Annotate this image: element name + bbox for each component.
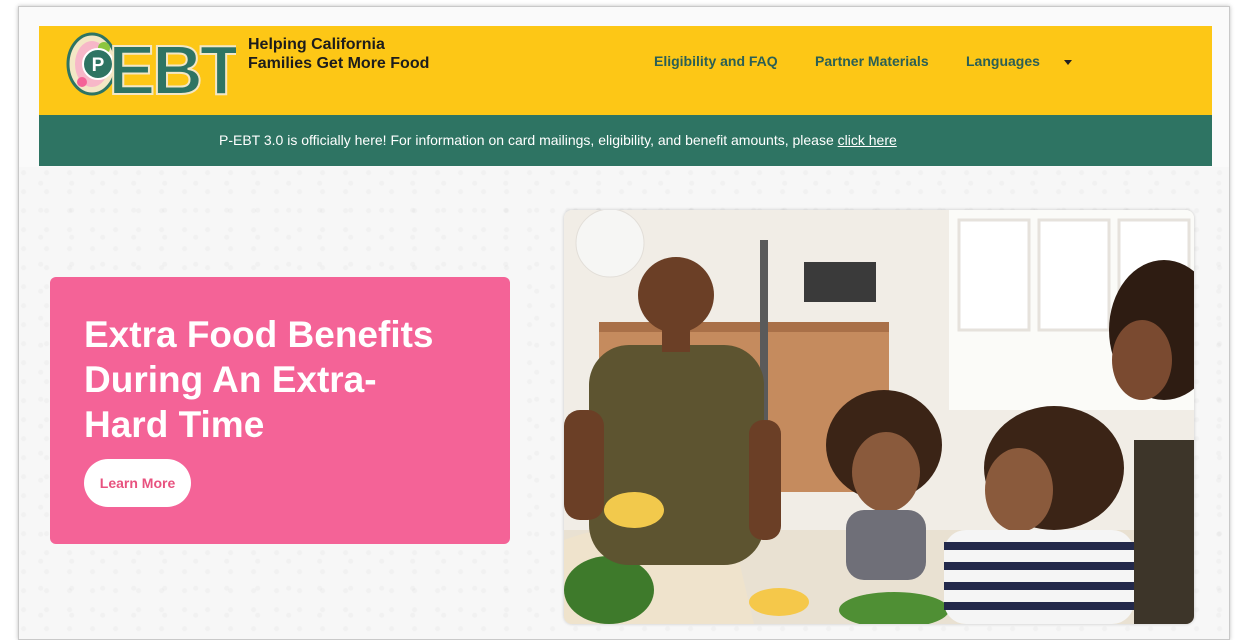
hero-title-line-3: Hard Time (84, 404, 265, 445)
nav-eligibility-faq[interactable]: Eligibility and FAQ (654, 53, 778, 69)
announcement-banner: P-EBT 3.0 is officially here! For inform… (39, 115, 1212, 166)
site-tagline: Helping California Families Get More Foo… (248, 35, 468, 73)
chevron-down-icon[interactable] (1064, 60, 1072, 65)
banner-message: P-EBT 3.0 is officially here! For inform… (219, 132, 897, 148)
hero-family-photo (564, 210, 1194, 624)
hero-title-line-2: During An Extra- (84, 359, 377, 400)
browser-viewport: P EBT Helping California Families Get Mo… (18, 6, 1230, 640)
tagline-line-2: Families Get More Food (248, 55, 430, 72)
nav-languages[interactable]: Languages (966, 53, 1040, 69)
site-header: P EBT Helping California Families Get Mo… (39, 26, 1212, 115)
logo-text: EBT (109, 31, 237, 100)
banner-click-here-link[interactable]: click here (838, 132, 897, 148)
nav-partner-materials[interactable]: Partner Materials (815, 53, 929, 69)
hero-card: Extra Food Benefits During An Extra- Har… (50, 277, 510, 544)
hero-title: Extra Food Benefits During An Extra- Har… (84, 312, 484, 447)
logo-letter: P (92, 55, 105, 76)
tagline-line-1: Helping California (248, 36, 385, 53)
banner-text: P-EBT 3.0 is officially here! For inform… (219, 132, 838, 148)
hero-title-line-1: Extra Food Benefits (84, 314, 434, 355)
learn-more-button[interactable]: Learn More (84, 459, 191, 507)
pebt-logo[interactable]: P EBT (64, 28, 246, 110)
